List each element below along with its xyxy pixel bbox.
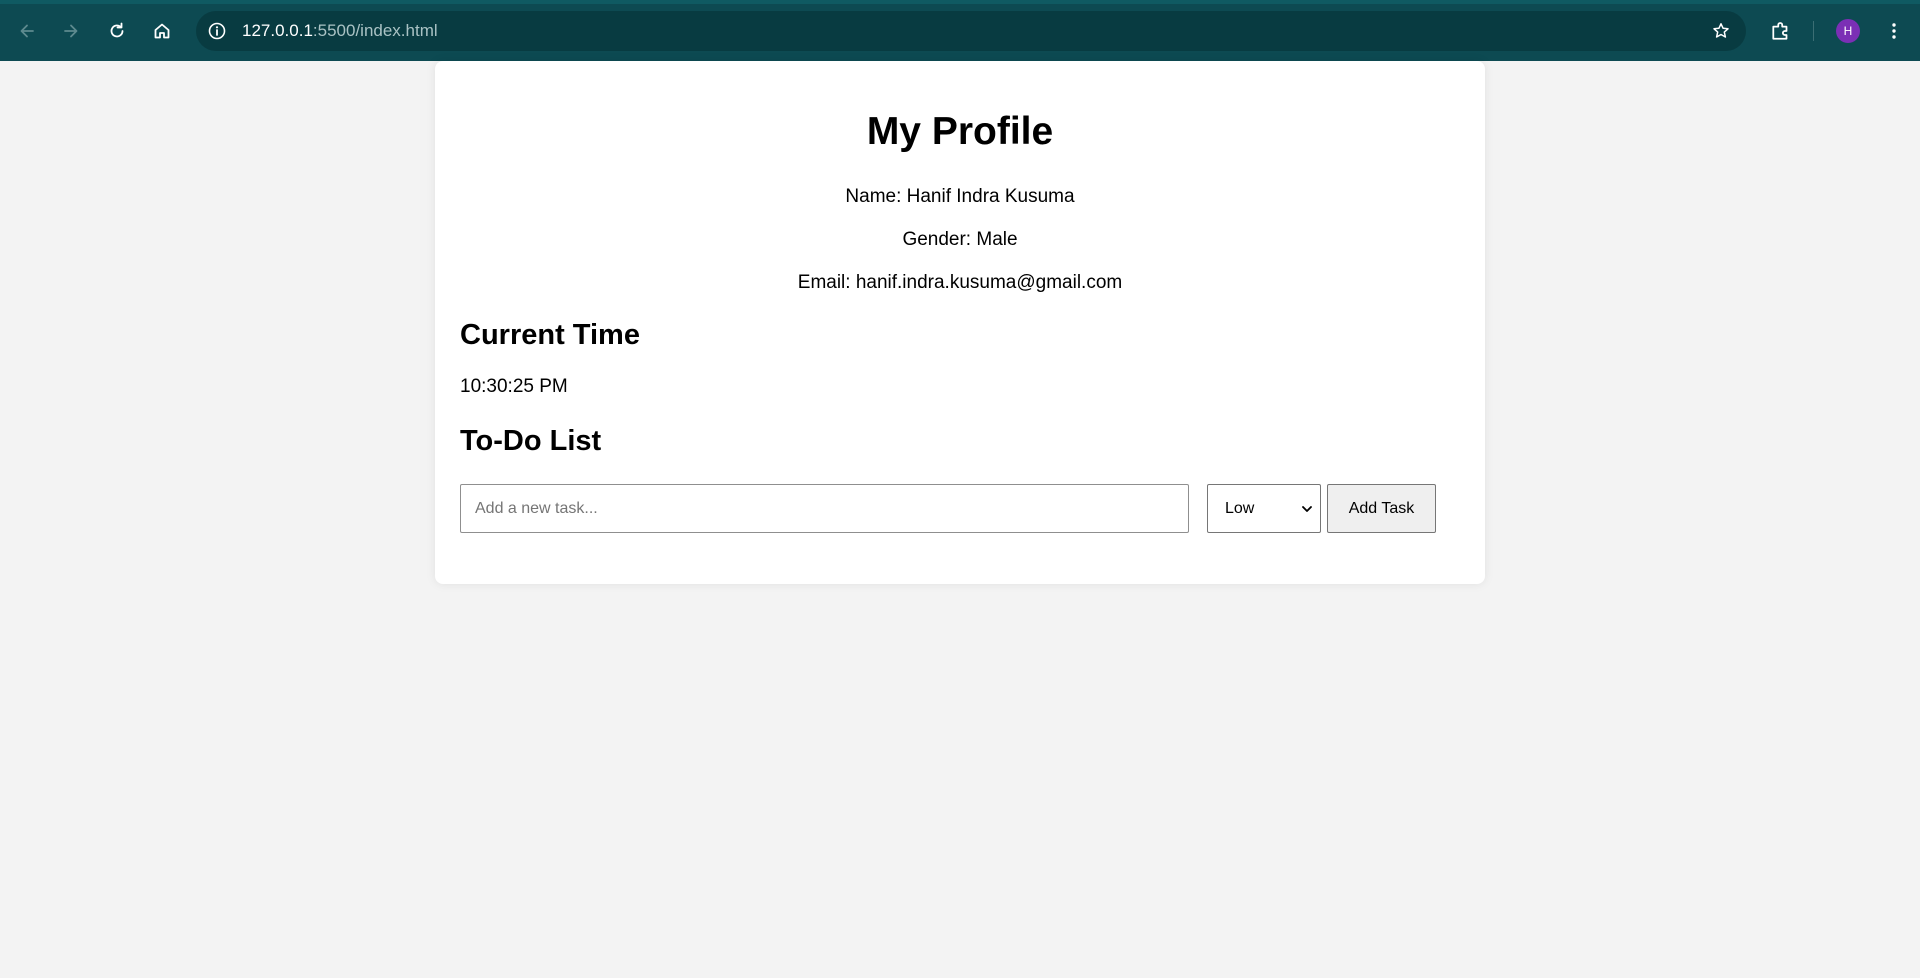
priority-selected-value: Low bbox=[1225, 499, 1255, 517]
priority-select[interactable]: Low bbox=[1207, 484, 1321, 533]
puzzle-icon bbox=[1772, 22, 1788, 40]
toolbar-divider bbox=[1813, 21, 1814, 41]
add-task-button[interactable]: Add Task bbox=[1327, 484, 1436, 533]
star-icon[interactable] bbox=[1710, 20, 1732, 42]
reload-icon bbox=[110, 22, 124, 38]
current-time-value: 10:30:25 PM bbox=[460, 376, 568, 397]
reload-button[interactable] bbox=[99, 13, 135, 49]
current-time-heading: Current Time bbox=[460, 319, 640, 351]
extensions-button[interactable] bbox=[1763, 13, 1799, 49]
chevron-down-icon bbox=[1302, 506, 1312, 512]
page-title: My Profile bbox=[866, 110, 1054, 153]
browser-menu-button[interactable] bbox=[1876, 13, 1912, 49]
home-icon bbox=[154, 23, 170, 39]
todo-heading: To-Do List bbox=[460, 425, 602, 457]
forward-button[interactable] bbox=[53, 13, 89, 49]
profile-email: Email: hanif.indra.kusuma@gmail.com bbox=[797, 272, 1123, 293]
kebab-menu-icon bbox=[1892, 23, 1896, 39]
arrow-left-icon bbox=[20, 24, 34, 38]
new-task-input[interactable] bbox=[460, 484, 1189, 533]
profile-gender: Gender: Male bbox=[902, 229, 1018, 250]
address-bar[interactable]: 127.0.0.1:5500/index.html bbox=[196, 11, 1746, 51]
arrow-right-icon bbox=[64, 24, 78, 38]
toolbar-top-strip bbox=[0, 0, 1920, 4]
profile-card: My Profile Name: Hanif Indra Kusuma Gend… bbox=[435, 61, 1485, 584]
url-text[interactable]: 127.0.0.1:5500/index.html bbox=[242, 21, 438, 41]
url-path: :5500/index.html bbox=[312, 21, 438, 40]
browser-toolbar: 127.0.0.1:5500/index.html H bbox=[0, 0, 1920, 61]
back-button[interactable] bbox=[9, 13, 45, 49]
profile-name: Name: Hanif Indra Kusuma bbox=[845, 186, 1075, 207]
info-icon[interactable] bbox=[206, 20, 228, 42]
home-button[interactable] bbox=[144, 13, 180, 49]
url-host: 127.0.0.1 bbox=[242, 21, 313, 40]
profile-avatar[interactable]: H bbox=[1836, 19, 1860, 43]
